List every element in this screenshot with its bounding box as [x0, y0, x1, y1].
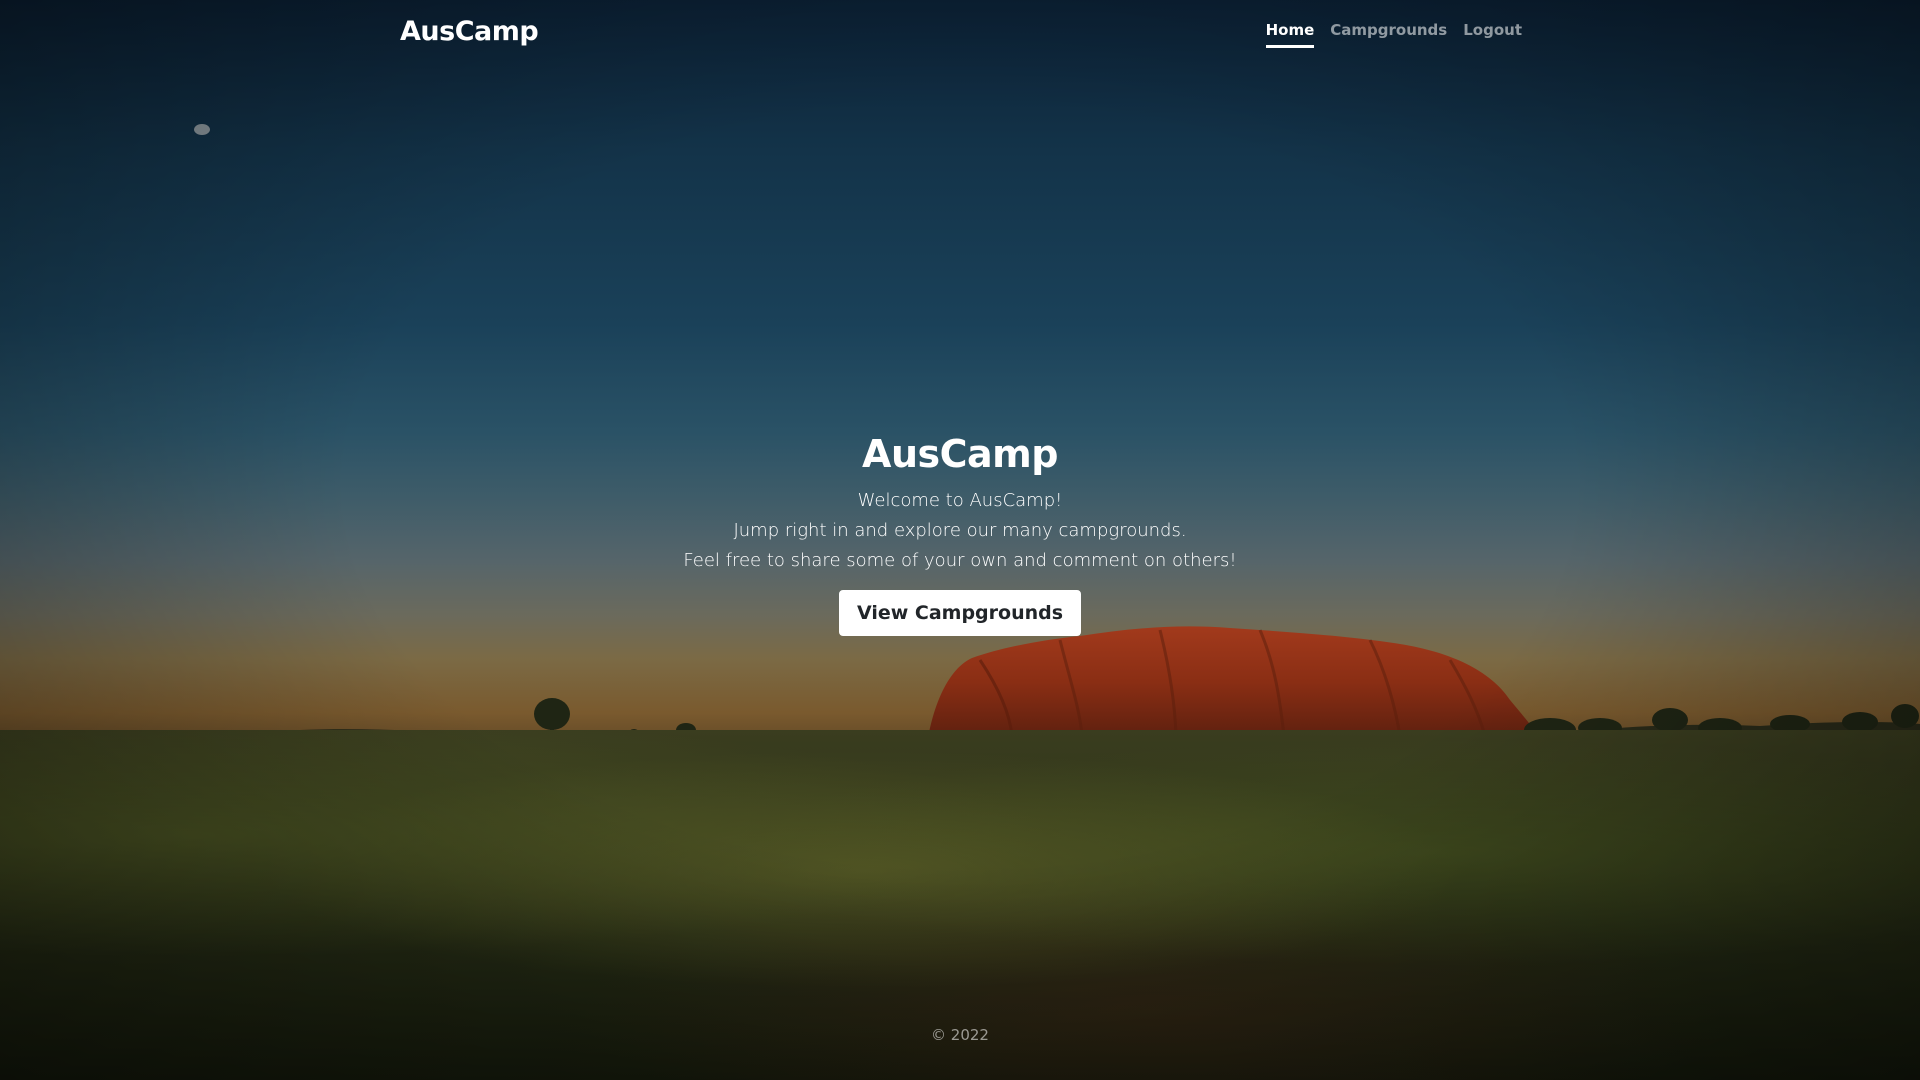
main-nav: Home Campgrounds Logout: [1265, 21, 1522, 48]
hero-share-text: Feel free to share some of your own and …: [683, 550, 1237, 571]
hero: AusCamp Welcome to AusCamp! Jump right i…: [0, 432, 1920, 636]
nav-link-logout[interactable]: Logout: [1463, 21, 1522, 48]
hero-title: AusCamp: [862, 432, 1058, 476]
nav-link-home[interactable]: Home: [1265, 21, 1315, 48]
footer-copyright: © 2022: [931, 1026, 989, 1044]
hero-explore-text: Jump right in and explore our many campg…: [733, 520, 1187, 541]
hero-welcome-text: Welcome to AusCamp!: [857, 490, 1063, 511]
brand-logo[interactable]: AusCamp: [400, 16, 539, 47]
nav-link-campgrounds[interactable]: Campgrounds: [1330, 21, 1447, 48]
view-campgrounds-button[interactable]: View Campgrounds: [838, 590, 1082, 636]
navbar: AusCamp Home Campgrounds Logout: [0, 0, 1920, 70]
